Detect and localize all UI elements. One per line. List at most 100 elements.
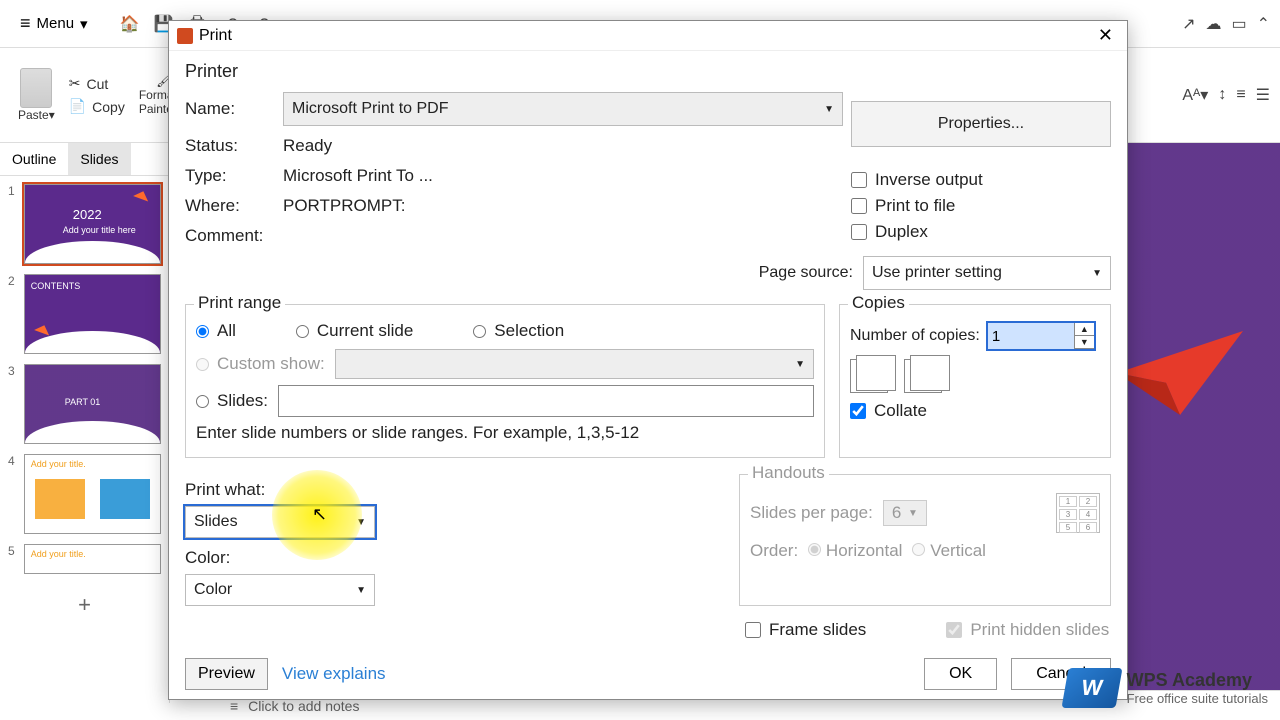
range-custom-show-radio[interactable]: Custom show: — [196, 354, 325, 374]
wps-logo-icon: W — [1061, 668, 1122, 708]
chevron-down-icon: ▾ — [80, 15, 88, 33]
print-range-group: Print range All Current slide Selection … — [185, 304, 825, 458]
app-icon — [177, 28, 193, 44]
home-icon[interactable]: 🏠 — [116, 10, 144, 38]
order-horizontal-radio: Horizontal — [808, 541, 902, 561]
watermark-sub: Free office suite tutorials — [1127, 691, 1268, 706]
print-what-select[interactable]: Slides ▼ — [185, 506, 375, 538]
wps-academy-watermark: W WPS Academy Free office suite tutorial… — [1065, 668, 1268, 708]
tab-outline[interactable]: Outline — [0, 143, 68, 175]
print-dialog: Print ✕ Printer Name: Microsoft Print to… — [168, 20, 1128, 700]
thumb-number: 4 — [8, 454, 20, 534]
type-value: Microsoft Print To ... — [283, 166, 843, 186]
properties-button[interactable]: Properties... — [851, 101, 1111, 147]
range-current-radio[interactable]: Current slide — [296, 321, 413, 341]
paste-button[interactable]: Paste▾ — [10, 68, 63, 122]
thumbnail-item[interactable]: 4 Add your title. — [8, 454, 161, 534]
paste-label: Paste — [18, 108, 49, 122]
thumbnail-item[interactable]: 3 PART 01 — [8, 364, 161, 444]
thumb-number: 5 — [8, 544, 20, 574]
share-icon[interactable]: ↗ — [1182, 14, 1195, 34]
where-label: Where: — [185, 196, 275, 216]
order-label: Order: — [750, 541, 798, 561]
scissors-icon: ✂ — [69, 75, 81, 92]
slides-range-input[interactable] — [278, 385, 814, 417]
menu-label: Menu — [37, 15, 75, 32]
comment-label: Comment: — [185, 226, 275, 246]
print-what-label: Print what: — [185, 480, 385, 500]
copy-button[interactable]: 📄Copy — [69, 98, 125, 115]
duplex-checkbox[interactable]: Duplex — [851, 222, 1111, 242]
print-range-legend: Print range — [194, 293, 285, 313]
view-explains-link[interactable]: View explains — [282, 664, 386, 684]
thumbnails-list: 1 2022 Add your title here 2 CONTENTS 3 — [0, 176, 169, 582]
add-slide-button[interactable]: + — [0, 582, 169, 628]
close-button[interactable]: ✕ — [1092, 25, 1119, 46]
spinner-up-icon[interactable]: ▲ — [1075, 323, 1094, 336]
frame-slides-checkbox[interactable]: Frame slides — [745, 620, 866, 640]
tab-slides[interactable]: Slides — [68, 143, 130, 175]
sort-icon[interactable]: ↕ — [1218, 86, 1226, 104]
range-all-radio[interactable]: All — [196, 321, 236, 341]
status-label: Status: — [185, 136, 275, 156]
cut-label: Cut — [86, 76, 108, 92]
range-hint: Enter slide numbers or slide ranges. For… — [196, 423, 814, 443]
range-selection-radio[interactable]: Selection — [473, 321, 564, 341]
name-label: Name: — [185, 99, 275, 119]
page-source-row: Page source: Use printer setting ▼ — [185, 256, 1111, 290]
printer-heading: Printer — [185, 61, 1111, 82]
print-what-column: Print what: Slides ▼ Color: Color ▼ — [185, 474, 385, 606]
print-to-file-checkbox[interactable]: Print to file — [851, 196, 1111, 216]
thumbnail-item[interactable]: 2 CONTENTS — [8, 274, 161, 354]
copies-label: Number of copies: — [850, 327, 980, 345]
list-icon[interactable]: ☰ — [1256, 85, 1270, 105]
color-select[interactable]: Color ▼ — [185, 574, 375, 606]
inverse-output-checkbox[interactable]: Inverse output — [851, 170, 1111, 190]
chevron-down-icon: ▼ — [824, 104, 834, 115]
order-vertical-radio: Vertical — [912, 541, 985, 561]
handout-layout-icon: 123456 — [1056, 493, 1100, 533]
collapse-icon[interactable]: ⌃ — [1257, 14, 1270, 34]
print-hidden-checkbox: Print hidden slides — [946, 620, 1109, 640]
copies-input[interactable] — [988, 323, 1074, 349]
cursor-icon: ↖ — [312, 504, 327, 525]
printer-section: Printer Name: Microsoft Print to PDF ▼ P… — [185, 61, 1111, 246]
font-size-icon[interactable]: Aᴬ▾ — [1182, 85, 1208, 105]
page-source-select[interactable]: Use printer setting ▼ — [863, 256, 1111, 290]
printer-name-select[interactable]: Microsoft Print to PDF ▼ — [283, 92, 843, 126]
menu-button[interactable]: Menu ▾ — [10, 9, 98, 38]
dialog-title: Print — [199, 27, 232, 45]
chevron-down-icon: ▼ — [356, 517, 366, 528]
collate-icon — [904, 359, 942, 393]
status-value: Ready — [283, 136, 843, 156]
window-icon[interactable]: ▭ — [1231, 14, 1246, 34]
copies-group: Copies Number of copies: ▲▼ Collate — [839, 304, 1111, 458]
where-value: PORTPROMPT: — [283, 196, 843, 216]
collate-icon — [850, 359, 888, 393]
copies-spinner[interactable]: ▲▼ — [986, 321, 1096, 351]
hamburger-icon — [20, 13, 31, 34]
thumbnail-item[interactable]: 5 Add your title. — [8, 544, 161, 574]
range-slides-radio[interactable]: Slides: — [196, 391, 268, 411]
bullets-icon[interactable]: ≡ — [1236, 86, 1245, 104]
handouts-group: Handouts Slides per page: 6▼ 123456 Orde… — [739, 474, 1111, 606]
panel-tabs: Outline Slides — [0, 143, 169, 176]
ok-button[interactable]: OK — [924, 658, 997, 690]
copy-label: Copy — [92, 99, 125, 115]
slides-per-page-label: Slides per page: — [750, 503, 873, 523]
slides-per-page-select: 6▼ — [883, 500, 927, 526]
ribbon-right: Aᴬ▾ ↕ ≡ ☰ — [1182, 85, 1270, 105]
paper-plane-icon — [1110, 323, 1250, 428]
watermark-brand: WPS Academy — [1127, 670, 1252, 690]
thumbnail-item[interactable]: 1 2022 Add your title here — [8, 184, 161, 264]
handouts-legend: Handouts — [748, 463, 829, 483]
color-label: Color: — [185, 548, 385, 568]
custom-show-select: ▼ — [335, 349, 814, 379]
cloud-icon[interactable]: ☁ — [1205, 14, 1221, 34]
thumb-number: 2 — [8, 274, 20, 354]
cut-button[interactable]: ✂ Cut — [69, 75, 125, 92]
top-right-icons: ↗ ☁ ▭ ⌃ — [1182, 14, 1270, 34]
preview-button[interactable]: Preview — [185, 658, 268, 690]
collate-checkbox[interactable]: Collate — [850, 401, 1100, 421]
spinner-down-icon[interactable]: ▼ — [1075, 336, 1094, 349]
